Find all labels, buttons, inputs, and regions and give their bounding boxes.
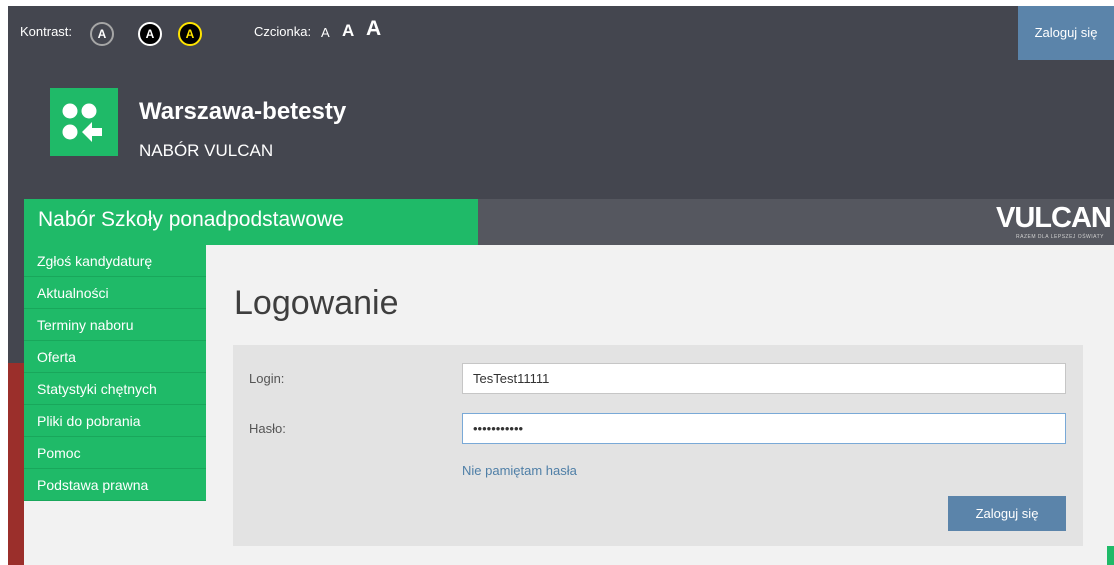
menu-item-podstawa-prawna[interactable]: Podstawa prawna — [24, 469, 206, 501]
font-size-large-button[interactable]: A — [366, 17, 381, 41]
menu-item-terminy-naboru[interactable]: Terminy naboru — [24, 309, 206, 341]
background-image-strip — [8, 363, 24, 565]
vulcan-logo-tagline: RAZEM DLA LEPSZEJ OŚWIATY — [1016, 234, 1104, 240]
menu-item-pomoc[interactable]: Pomoc — [24, 437, 206, 469]
people-arrow-logo-icon[interactable] — [50, 88, 118, 156]
font-size-label: Czcionka: — [254, 24, 312, 39]
password-input[interactable] — [462, 413, 1066, 444]
contrast-label: Kontrast: — [20, 24, 73, 39]
page-title: Logowanie — [234, 284, 399, 322]
forgot-password-link[interactable]: Nie pamiętam hasła — [462, 463, 577, 478]
page-frame: Kontrast: A A A Czcionka: A A A Zaloguj … — [8, 6, 1114, 565]
vulcan-logo-text: VULCAN — [996, 202, 1112, 234]
menu-item-aktualnosci[interactable]: Aktualności — [24, 277, 206, 309]
contrast-black-white-button[interactable]: A — [138, 22, 162, 46]
section-title: Nabór Szkoły ponadpodstawowe — [38, 208, 344, 231]
accessibility-bar: Kontrast: A A A Czcionka: A A A Zaloguj … — [8, 6, 1114, 60]
login-submit-button[interactable]: Zaloguj się — [948, 496, 1066, 531]
menu-item-oferta[interactable]: Oferta — [24, 341, 206, 373]
top-login-button[interactable]: Zaloguj się — [1018, 6, 1114, 60]
menu-item-zglos-kandydature[interactable]: Zgłoś kandydaturę — [24, 245, 206, 277]
site-title: Warszawa-betesty — [139, 98, 347, 125]
login-label: Login: — [249, 371, 285, 386]
login-input[interactable] — [462, 363, 1066, 394]
contrast-black-yellow-button[interactable]: A — [178, 22, 202, 46]
font-size-small-button[interactable]: A — [321, 25, 330, 40]
menu-item-pliki-do-pobrania[interactable]: Pliki do pobrania — [24, 405, 206, 437]
contrast-default-button[interactable]: A — [90, 22, 114, 46]
menu-item-statystyki-chetnych[interactable]: Statystyki chętnych — [24, 373, 206, 405]
vulcan-logo: VULCAN RAZEM DLA LEPSZEJ OŚWIATY — [996, 202, 1112, 243]
side-menu: Zgłoś kandydaturę Aktualności Terminy na… — [24, 245, 206, 501]
password-label: Hasło: — [249, 421, 286, 436]
background-accent-strip — [1107, 546, 1114, 565]
font-size-medium-button[interactable]: A — [342, 21, 354, 41]
site-subtitle: NABÓR VULCAN — [139, 141, 274, 160]
